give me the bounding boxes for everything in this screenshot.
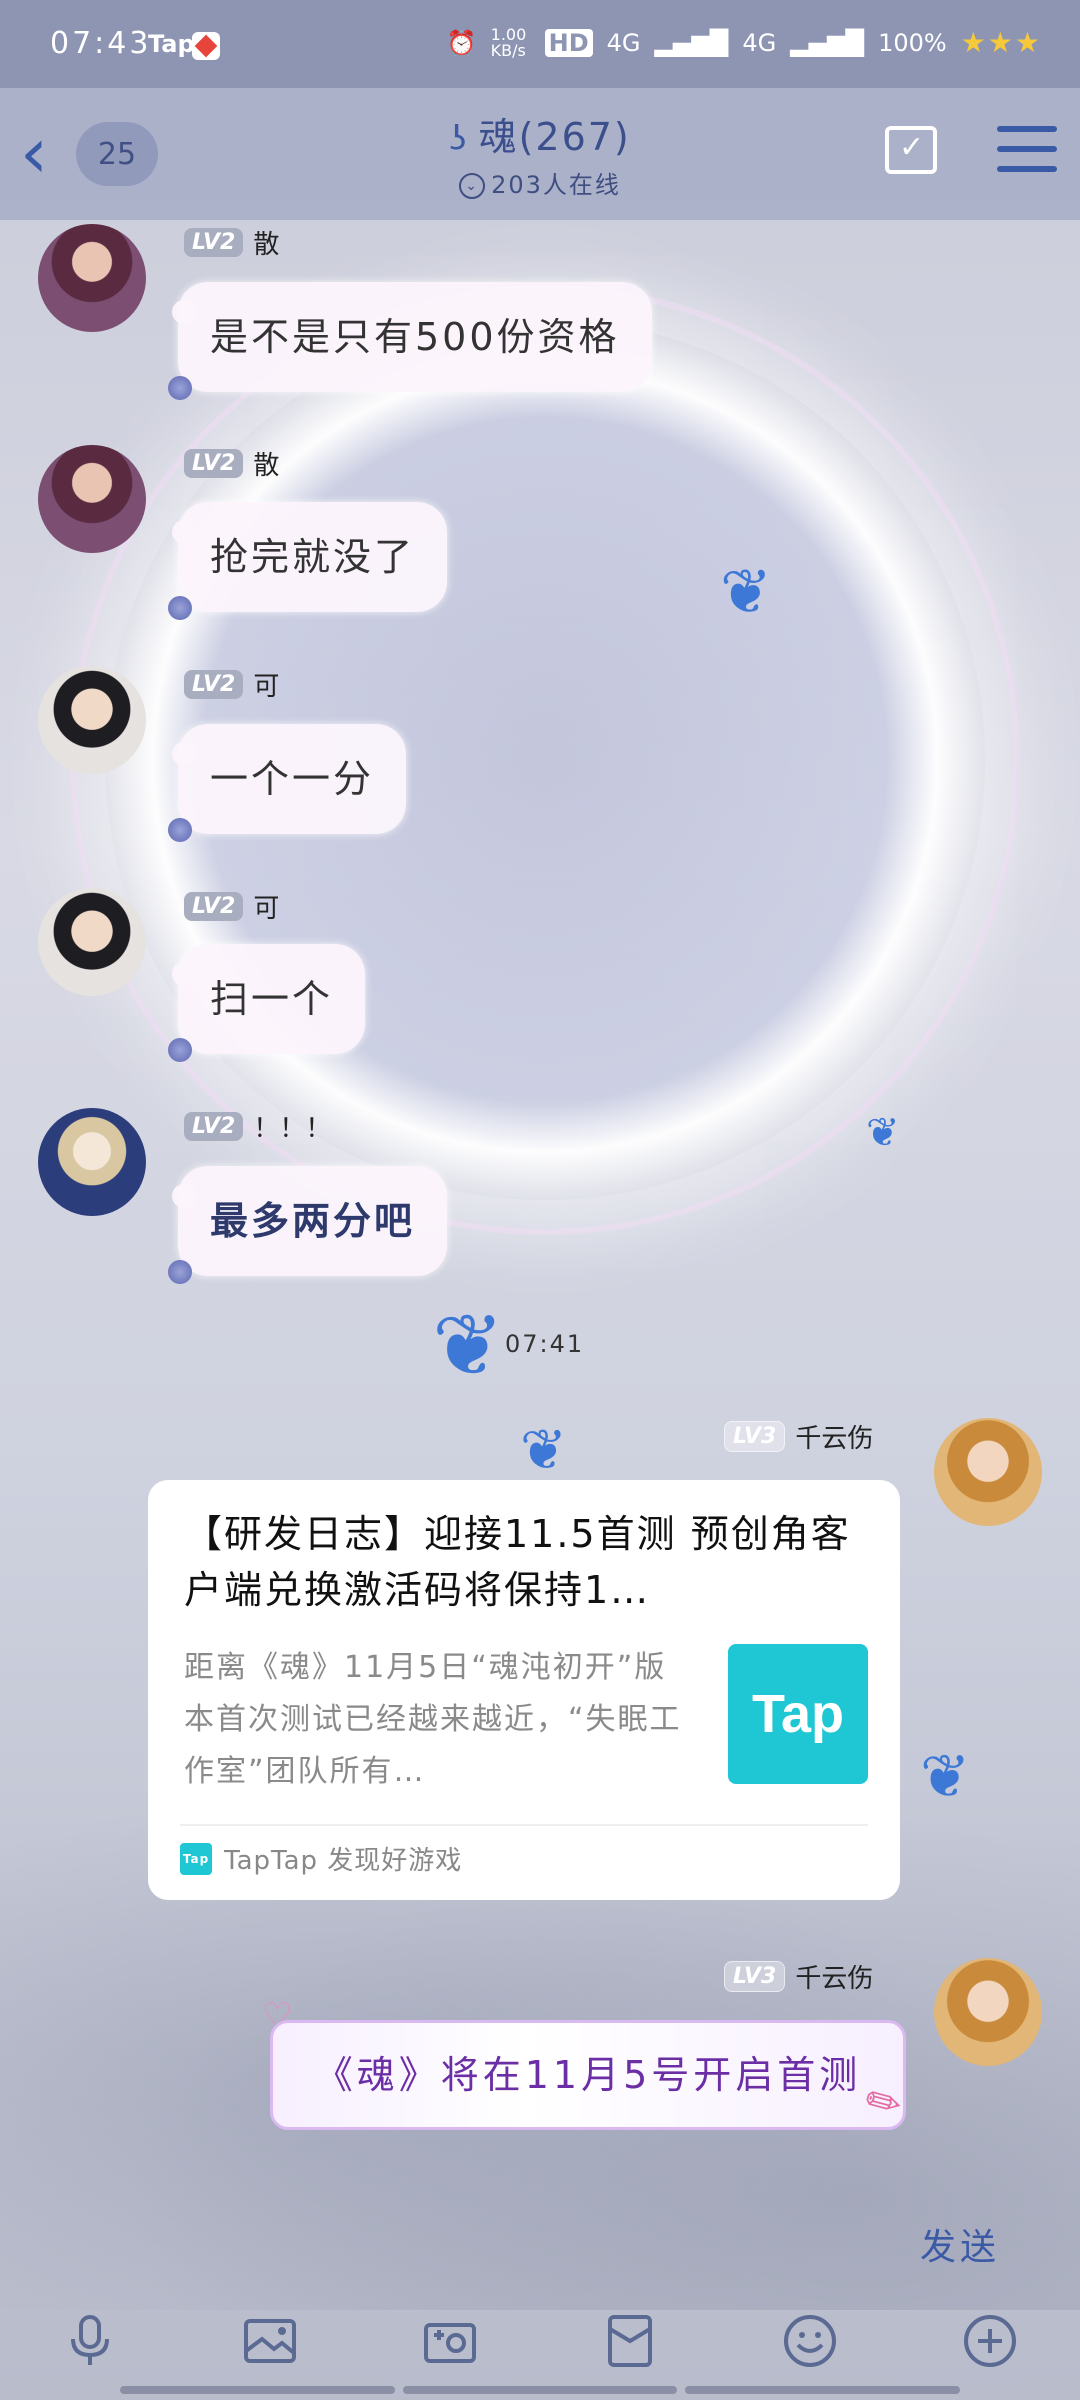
message-sender: LV3 千云伤 [724, 1958, 873, 1995]
message-bubble[interactable]: 最多两分吧 [168, 1166, 448, 1284]
butterfly-icon: ❦ [866, 1110, 900, 1156]
send-button[interactable]: 发送 [920, 2218, 1000, 2270]
calendar-check-icon[interactable] [885, 126, 937, 174]
message-sender: LV2 散 [184, 445, 279, 482]
sender-name: 千云伤 [795, 1424, 874, 1454]
online-count: 203人在线 [491, 171, 621, 199]
signal-4g-icon-2: 4G [742, 28, 777, 57]
battery-level: 100% [878, 28, 947, 57]
planet-icon [168, 596, 192, 620]
image-icon[interactable] [234, 2305, 306, 2377]
sender-name: ！！！ [253, 1114, 332, 1144]
butterfly-icon: ❦ [920, 1742, 971, 1812]
red-packet-icon[interactable] [594, 2305, 666, 2377]
avatar[interactable] [934, 1418, 1042, 1526]
network-speed: 1.00 KB/s [490, 24, 527, 60]
card-source-label: TapTap 发现好游戏 [224, 1846, 463, 1876]
signal-bars-icon-1: ▂▄▆█ [654, 28, 729, 57]
message-bubble[interactable]: 是不是只有500份资格 [168, 282, 652, 400]
stars-icon: ★★★ [960, 26, 1042, 59]
level-badge: LV2 [184, 670, 244, 699]
butterfly-icon: ❦ [432, 1296, 505, 1396]
card-source: Tap TapTap 发现好游戏 [180, 1840, 462, 1877]
status-time: 07:43 [50, 26, 152, 61]
message-bubble[interactable]: 抢完就没了 [168, 502, 448, 620]
avatar[interactable] [38, 224, 146, 332]
message-text: 抢完就没了 [210, 535, 416, 579]
message-text: 是不是只有500份资格 [210, 315, 620, 359]
message-timestamp: 07:41 [505, 1330, 585, 1358]
message-text: 一个一分 [210, 757, 375, 801]
sender-name: 可 [253, 672, 280, 702]
avatar[interactable] [38, 666, 146, 774]
card-title: 【研发日志】迎接11.5首测 预创角客户端兑换激活码将保持1… [184, 1512, 851, 1612]
message-sender: LV2 ！！！ [184, 1108, 331, 1145]
message-text: 扫一个 [210, 977, 334, 1021]
message-bubble[interactable]: 扫一个 [168, 944, 366, 1062]
message-text: 最多两分吧 [210, 1199, 416, 1243]
card-description: 距离《魂》11月5日“魂沌初开”版本首次测试已经越来越近，“失眠工作室”团队所有… [184, 1650, 682, 1789]
alarm-icon: ⏰ [446, 28, 477, 57]
plus-icon[interactable] [954, 2305, 1026, 2377]
group-title: 魂(267) [478, 115, 631, 159]
planet-icon [168, 376, 192, 400]
card-divider [180, 1824, 868, 1826]
avatar[interactable] [38, 1108, 146, 1216]
microphone-icon[interactable] [54, 2305, 126, 2377]
sender-name: 千云伤 [795, 1964, 874, 1994]
level-badge: LV2 [184, 1112, 244, 1141]
message-text: 《魂》将在11月5号开启首测 [314, 2053, 862, 2097]
message-sender: LV3 千云伤 [724, 1418, 873, 1455]
sender-name: 可 [253, 894, 280, 924]
signal-bars-icon-2: ▂▄▆█ [790, 28, 865, 57]
level-badge: LV2 [184, 449, 244, 478]
level-badge: LV2 [184, 228, 244, 257]
status-right: ⏰ 1.00 KB/s HD 4G ▂▄▆█ 4G ▂▄▆█ 100% ★★★ [447, 26, 1042, 59]
level-badge: LV2 [184, 892, 244, 921]
taptap-logo: Tap [728, 1644, 868, 1784]
ear-icon: ʖ [449, 119, 469, 159]
butterfly-icon: ❦ [720, 555, 772, 628]
menu-icon[interactable] [997, 126, 1057, 180]
butterfly-icon: ❦ [520, 1418, 567, 1483]
level-badge: LV3 [724, 1421, 786, 1452]
planet-icon [168, 1260, 192, 1284]
avatar[interactable] [934, 1958, 1042, 2066]
chat-header: ‹ 25 ʖ 魂(267) ⌄ 203人在线 [0, 88, 1080, 220]
signal-4g-icon-1: 4G [606, 28, 641, 57]
sender-name: 散 [253, 230, 280, 260]
planet-icon [168, 818, 192, 842]
hd-icon: HD [544, 28, 593, 57]
taptap-mini-icon: Tap [180, 1842, 212, 1875]
app-notification-icon [192, 32, 220, 60]
status-bar: 07:43 Tap ⏰ 1.00 KB/s HD 4G ▂▄▆█ 4G ▂▄▆█… [0, 0, 1080, 88]
bottom-toolbar [0, 2295, 1080, 2400]
shared-link-card[interactable]: 【研发日志】迎接11.5首测 预创角客户端兑换激活码将保持1… 距离《魂》11月… [148, 1480, 900, 1900]
sender-name: 散 [253, 451, 280, 481]
avatar[interactable] [38, 888, 146, 996]
planet-icon [168, 1038, 192, 1062]
chevron-down-icon: ⌄ [459, 173, 486, 199]
avatar[interactable] [38, 445, 146, 553]
emoji-icon[interactable] [774, 2305, 846, 2377]
message-bubble[interactable]: 一个一分 [168, 724, 407, 842]
level-badge: LV3 [724, 1961, 786, 1992]
message-sender: LV2 可 [184, 666, 279, 703]
tap-app-icon: Tap [148, 30, 195, 58]
message-sender: LV2 散 [184, 224, 279, 261]
decorated-message-bubble[interactable]: 《魂》将在11月5号开启首测 [270, 2020, 906, 2130]
message-sender: LV2 可 [184, 888, 279, 925]
system-navigation-bar[interactable] [120, 2386, 961, 2394]
camera-icon[interactable] [414, 2305, 486, 2377]
